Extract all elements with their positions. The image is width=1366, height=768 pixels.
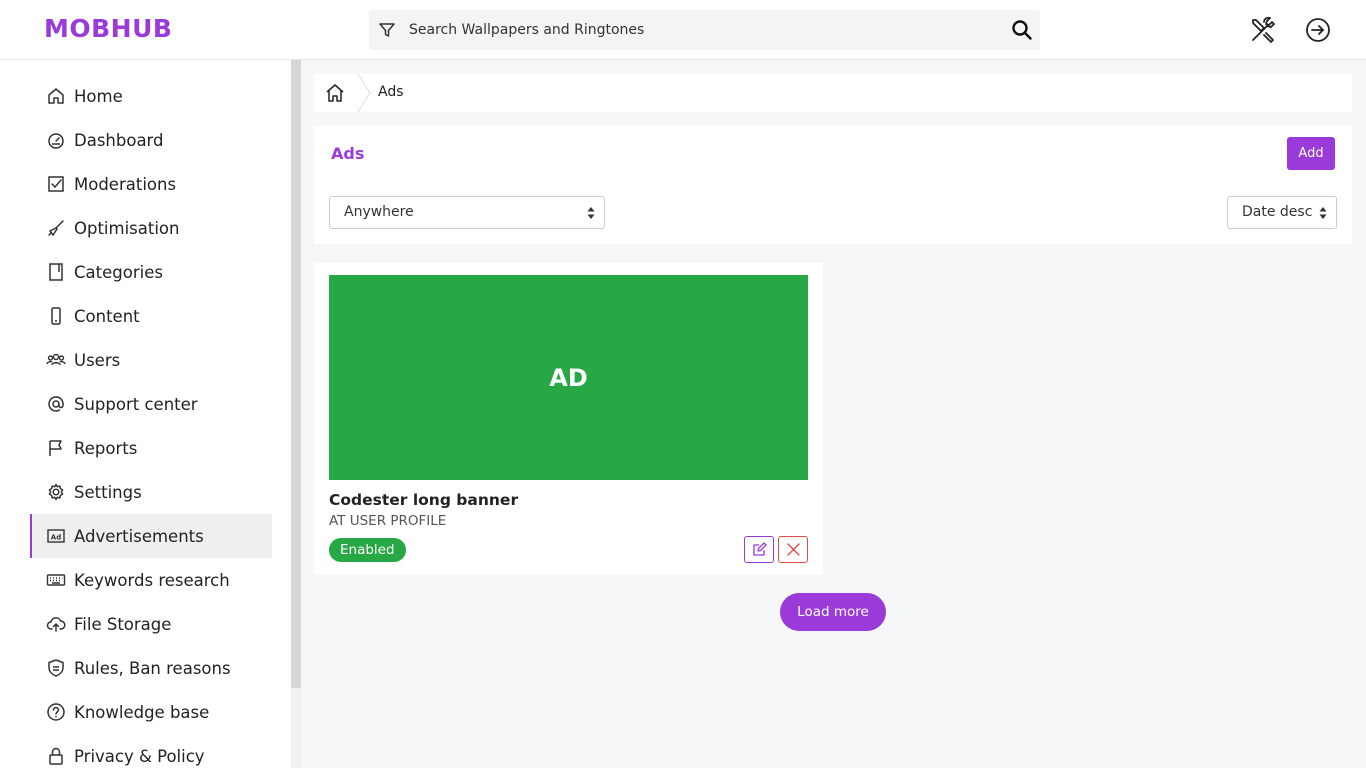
edit-icon xyxy=(753,542,767,556)
sidebar-item-home[interactable]: Home xyxy=(30,74,272,118)
filter-icon[interactable] xyxy=(377,20,397,40)
sidebar-item-dashboard[interactable]: Dashboard xyxy=(30,118,272,162)
logo[interactable]: MOBHUB xyxy=(44,14,172,43)
logout-icon[interactable] xyxy=(1304,16,1332,44)
location-select[interactable]: Anywhere xyxy=(329,196,605,229)
book-icon xyxy=(49,263,63,281)
sidebar-item-settings[interactable]: Settings xyxy=(30,470,272,514)
select-arrows-icon xyxy=(1319,207,1327,219)
sidebar-item-advertisements[interactable]: Ad Advertisements xyxy=(30,514,272,558)
check-square-icon xyxy=(48,176,64,192)
sidebar-item-knowledge-base[interactable]: Knowledge base xyxy=(30,690,272,734)
ad-title: Codester long banner xyxy=(329,491,519,509)
keyboard-icon xyxy=(46,574,66,586)
lock-icon xyxy=(49,747,63,765)
sidebar-item-moderations[interactable]: Moderations xyxy=(30,162,272,206)
tools-icon[interactable] xyxy=(1249,16,1277,44)
status-badge: Enabled xyxy=(329,538,406,562)
top-header: MOBHUB xyxy=(0,0,1366,60)
location-select-value: Anywhere xyxy=(344,204,414,220)
broom-icon xyxy=(48,220,64,237)
sort-select[interactable]: Date desc xyxy=(1227,196,1337,229)
sidebar-scroll-track xyxy=(291,688,301,768)
shield-icon xyxy=(48,659,64,677)
cloud-upload-icon xyxy=(46,617,66,632)
gauge-icon xyxy=(48,133,64,149)
flag-icon xyxy=(49,440,62,456)
gear-icon xyxy=(48,483,64,501)
sidebar-item-optimisation[interactable]: Optimisation xyxy=(30,206,272,250)
load-more-button[interactable]: Load more xyxy=(780,593,886,631)
ad-card: AD Codester long banner AT USER PROFILE … xyxy=(314,263,823,575)
search-bar xyxy=(369,10,1040,50)
sidebar-item-categories[interactable]: Categories xyxy=(30,250,272,294)
breadcrumb: Ads xyxy=(314,74,1352,112)
ad-preview[interactable]: AD xyxy=(329,275,808,480)
search-input[interactable] xyxy=(409,10,989,50)
page-title: Ads xyxy=(331,144,365,163)
sidebar-item-keywords-research[interactable]: Keywords research xyxy=(30,558,272,602)
search-icon[interactable] xyxy=(1010,18,1034,42)
sidebar-item-file-storage[interactable]: File Storage xyxy=(30,602,272,646)
ad-placement: AT USER PROFILE xyxy=(329,513,447,529)
sidebar-item-support-center[interactable]: Support center xyxy=(30,382,272,426)
sidebar: Home Dashboard Moderations Optimisation … xyxy=(0,60,291,768)
add-button[interactable]: Add xyxy=(1287,137,1335,170)
ad-icon: Ad xyxy=(47,529,65,543)
edit-button[interactable] xyxy=(744,536,774,563)
sidebar-item-reports[interactable]: Reports xyxy=(30,426,272,470)
sidebar-item-content[interactable]: Content xyxy=(30,294,272,338)
home-icon xyxy=(48,88,64,104)
sidebar-item-users[interactable]: Users xyxy=(30,338,272,382)
at-icon xyxy=(48,396,64,412)
svg-text:Ad: Ad xyxy=(51,534,61,542)
question-circle-icon xyxy=(47,703,65,721)
users-icon xyxy=(46,353,66,366)
select-arrows-icon xyxy=(587,207,595,219)
home-icon[interactable] xyxy=(324,82,346,104)
sort-select-value: Date desc xyxy=(1242,204,1313,220)
breadcrumb-current: Ads xyxy=(378,84,404,100)
close-icon xyxy=(787,543,800,556)
ads-panel: Ads Add Anywhere Date desc xyxy=(314,126,1352,244)
sidebar-item-privacy-policy[interactable]: Privacy & Policy xyxy=(30,734,272,768)
delete-button[interactable] xyxy=(778,536,808,563)
sidebar-item-rules-ban-reasons[interactable]: Rules, Ban reasons xyxy=(30,646,272,690)
sidebar-scrollbar[interactable] xyxy=(291,60,301,688)
breadcrumb-separator xyxy=(358,74,371,112)
phone-icon xyxy=(51,307,61,325)
